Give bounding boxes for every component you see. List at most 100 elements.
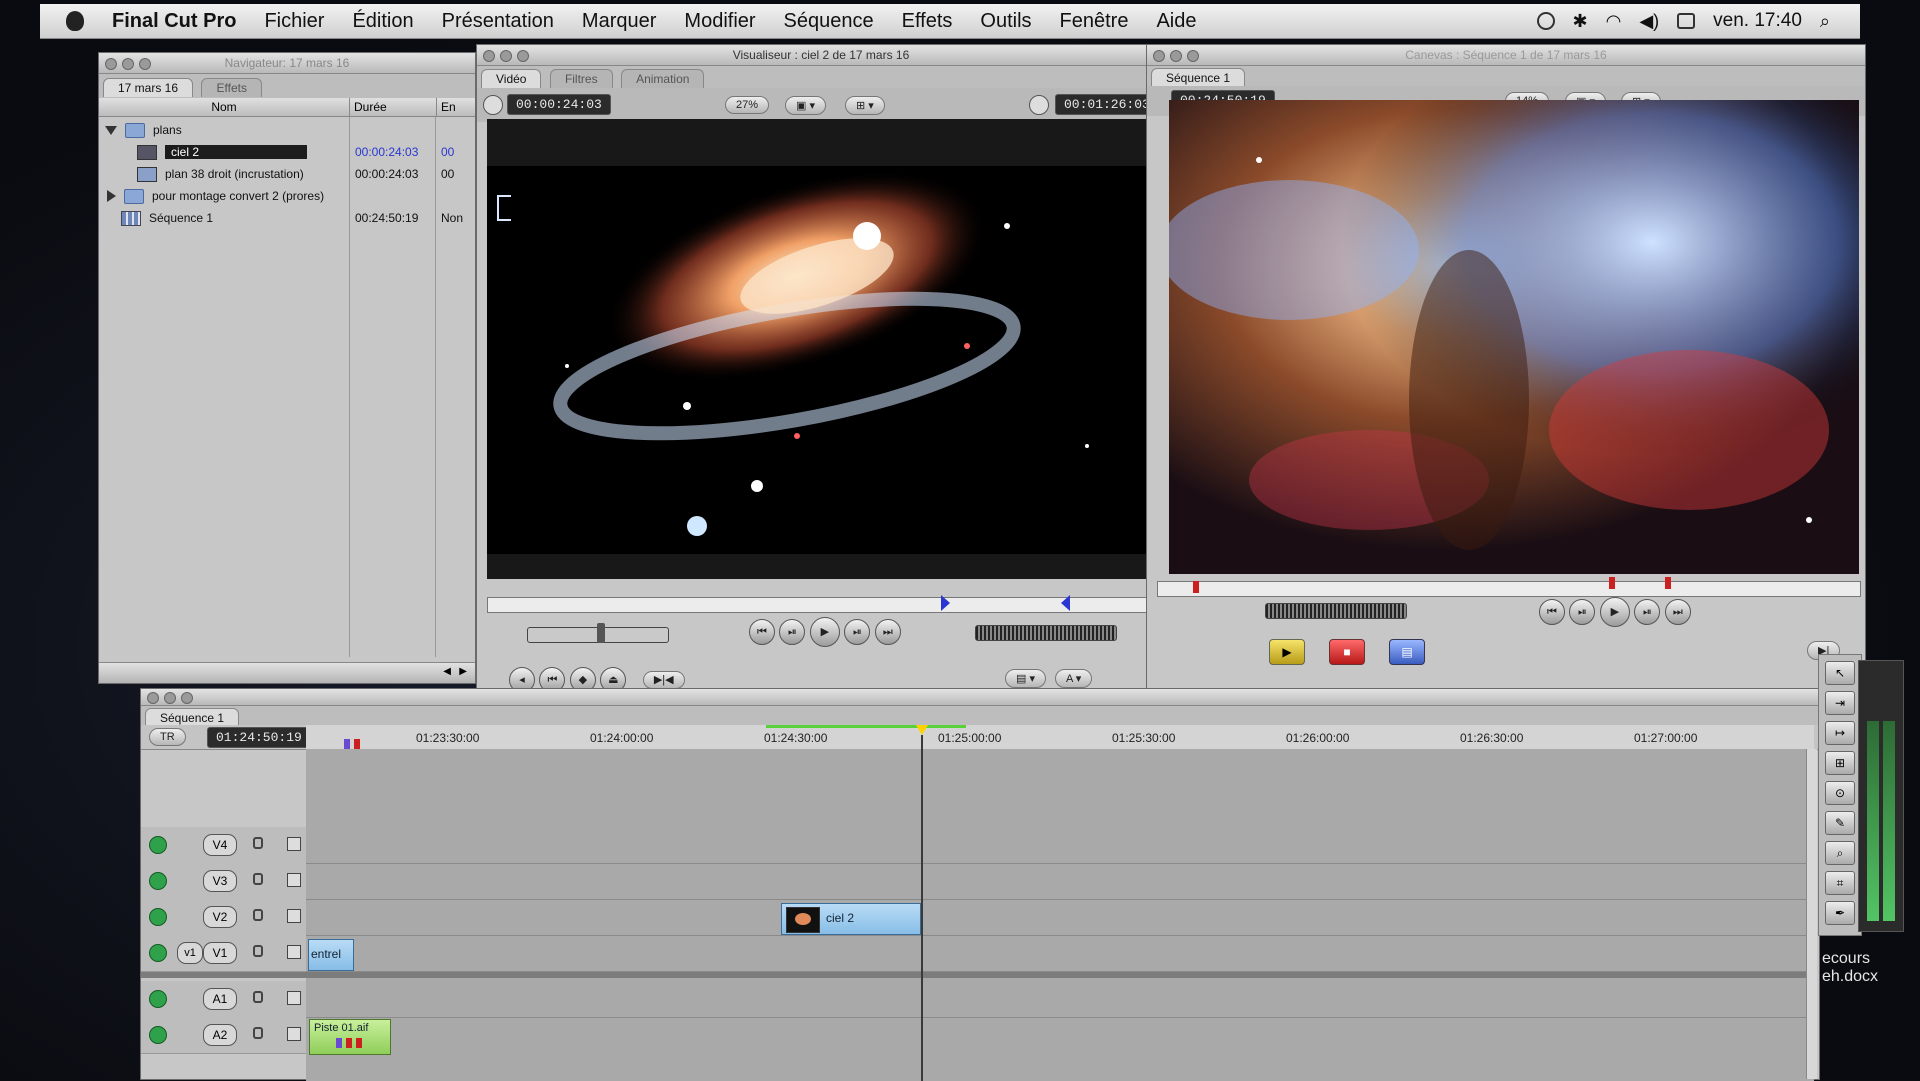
selection-tool-icon[interactable]: ↖ — [1825, 661, 1855, 685]
canvas-marker[interactable] — [1193, 581, 1199, 593]
track-visibility-toggle[interactable] — [149, 908, 167, 926]
track-label[interactable]: V1 — [203, 942, 237, 964]
scroll-right-icon[interactable]: ▶ — [459, 666, 467, 677]
canvas-scrubber-bar[interactable] — [1157, 581, 1861, 597]
timeline-marker[interactable] — [344, 739, 350, 749]
tab-sequence-1[interactable]: Séquence 1 — [1151, 68, 1246, 87]
tab-animation[interactable]: Animation — [621, 69, 705, 88]
source-patch-label[interactable]: v1 — [177, 942, 203, 964]
menu-effets[interactable]: Effets — [888, 10, 967, 33]
lock-icon[interactable] — [253, 991, 263, 1003]
auto-select-toggle[interactable] — [287, 873, 301, 887]
video-audio-divider[interactable] — [141, 972, 1814, 978]
desktop-file-label[interactable]: ecours eh.docx — [1822, 950, 1878, 986]
tab-effets[interactable]: Effets — [201, 78, 262, 97]
menu-app-name[interactable]: Final Cut Pro — [98, 10, 250, 33]
auto-select-toggle[interactable] — [287, 909, 301, 923]
minimize-button[interactable] — [122, 58, 134, 70]
timeline-marker[interactable] — [354, 739, 360, 749]
track-visibility-toggle[interactable] — [149, 836, 167, 854]
viewer-scrubber-bar[interactable] — [487, 597, 1157, 613]
zoom-button[interactable] — [1187, 50, 1199, 62]
menu-sequence[interactable]: Séquence — [770, 10, 888, 33]
next-edit-button[interactable]: ⏭ — [874, 619, 901, 645]
play-in-out-button[interactable]: ⏯ — [779, 619, 806, 645]
bluetooth-icon[interactable]: ✱ — [1573, 11, 1588, 32]
edit-selection-tool-icon[interactable]: ⇥ — [1825, 691, 1855, 715]
play-button[interactable]: ▶ — [1599, 597, 1630, 627]
viewer-view-popup[interactable]: ▣ ▾ — [785, 96, 826, 115]
track-label[interactable]: V2 — [203, 906, 237, 928]
timeline-ruler[interactable]: 01:23:30:00 01:24:00:00 01:24:30:00 01:2… — [306, 725, 1814, 750]
time-machine-icon[interactable] — [1536, 12, 1555, 30]
recent-clips-popup[interactable]: ▤ ▾ — [1005, 669, 1046, 688]
browser-row-sequence[interactable]: Séquence 1 00:24:50:19 Non — [99, 207, 475, 229]
viewer-current-timecode[interactable]: 00:01:26:03 — [1055, 94, 1159, 115]
viewer-out-marker[interactable] — [1061, 595, 1070, 611]
lock-icon[interactable] — [253, 1027, 263, 1039]
track-label[interactable]: A2 — [203, 1024, 237, 1046]
menu-edition[interactable]: Édition — [338, 10, 427, 33]
timeline-current-timecode[interactable]: 01:24:50:19 — [207, 727, 311, 748]
lock-icon[interactable] — [253, 873, 263, 885]
viewer-zoom-popup[interactable]: 27% — [725, 96, 770, 114]
track-visibility-toggle[interactable] — [149, 1026, 167, 1044]
close-button[interactable] — [147, 692, 159, 704]
close-button[interactable] — [105, 58, 117, 70]
battery-icon[interactable] — [1677, 13, 1696, 29]
razor-tool-icon[interactable]: ✎ — [1825, 811, 1855, 835]
auto-select-toggle[interactable] — [287, 1027, 301, 1041]
minimize-button[interactable] — [1170, 50, 1182, 62]
track-visibility-toggle[interactable] — [149, 872, 167, 890]
menu-modifier[interactable]: Modifier — [670, 10, 769, 33]
roll-tool-icon[interactable]: ⊞ — [1825, 751, 1855, 775]
play-around-button[interactable]: ⏯ — [844, 619, 871, 645]
generator-popup[interactable]: A ▾ — [1055, 669, 1093, 688]
canvas-jog-wheel[interactable] — [1265, 603, 1407, 619]
browser-row-plans[interactable]: plans — [99, 119, 475, 141]
rt-popup[interactable]: TR — [149, 728, 186, 746]
track-label[interactable]: V3 — [203, 870, 237, 892]
insert-edit-button[interactable]: ▶ — [1269, 639, 1305, 665]
scroll-left-icon[interactable]: ◀ — [443, 666, 451, 677]
timeline-clip-piste01[interactable]: Piste 01.aif — [309, 1019, 391, 1055]
timeline-track-area[interactable] — [306, 749, 1814, 1081]
canvas-marker[interactable] — [1609, 577, 1615, 589]
track-label[interactable]: V4 — [203, 834, 237, 856]
zoom-button[interactable] — [181, 692, 193, 704]
play-in-out-button[interactable]: ⏯ — [1569, 599, 1596, 625]
track-visibility-toggle[interactable] — [149, 990, 167, 1008]
mark-in-out-button[interactable]: ▶|◀ — [642, 671, 685, 689]
close-button[interactable] — [1153, 50, 1165, 62]
column-nom[interactable]: Nom — [99, 98, 349, 116]
volume-icon[interactable]: ◀) — [1639, 11, 1659, 32]
minimize-button[interactable] — [500, 50, 512, 62]
auto-select-toggle[interactable] — [287, 991, 301, 1005]
track-label[interactable]: A1 — [203, 988, 237, 1010]
zoom-tool-icon[interactable]: ⌕ — [1825, 841, 1855, 865]
slip-tool-icon[interactable]: ⊙ — [1825, 781, 1855, 805]
track-select-tool-icon[interactable]: ↦ — [1825, 721, 1855, 745]
pen-tool-icon[interactable]: ✒ — [1825, 901, 1855, 925]
crop-tool-icon[interactable]: ⌗ — [1825, 871, 1855, 895]
disclosure-closed-icon[interactable] — [107, 190, 116, 202]
zoom-button[interactable] — [517, 50, 529, 62]
timeline-clip-ciel2[interactable]: ciel 2 — [781, 903, 921, 935]
column-duree[interactable]: Durée — [349, 98, 436, 116]
replace-edit-button[interactable]: ▤ — [1389, 639, 1425, 665]
browser-row-ciel2[interactable]: ciel 2 00:00:24:03 00 — [99, 141, 475, 163]
menu-outils[interactable]: Outils — [966, 10, 1045, 33]
play-around-button[interactable]: ⏯ — [1634, 599, 1661, 625]
zoom-button[interactable] — [139, 58, 151, 70]
timeline-clip-entrel[interactable]: entrel — [308, 939, 354, 971]
previous-edit-button[interactable]: ⏮ — [749, 619, 775, 645]
disclosure-open-icon[interactable] — [105, 125, 117, 135]
auto-select-toggle[interactable] — [287, 945, 301, 959]
track-visibility-toggle[interactable] — [149, 944, 167, 962]
lock-icon[interactable] — [253, 837, 263, 849]
menu-aide[interactable]: Aide — [1142, 10, 1210, 33]
menu-fenetre[interactable]: Fenêtre — [1046, 10, 1143, 33]
viewer-overlay-popup[interactable]: ⊞ ▾ — [845, 96, 885, 115]
viewer-duration-timecode[interactable]: 00:00:24:03 — [507, 94, 611, 115]
play-button[interactable]: ▶ — [809, 617, 840, 647]
